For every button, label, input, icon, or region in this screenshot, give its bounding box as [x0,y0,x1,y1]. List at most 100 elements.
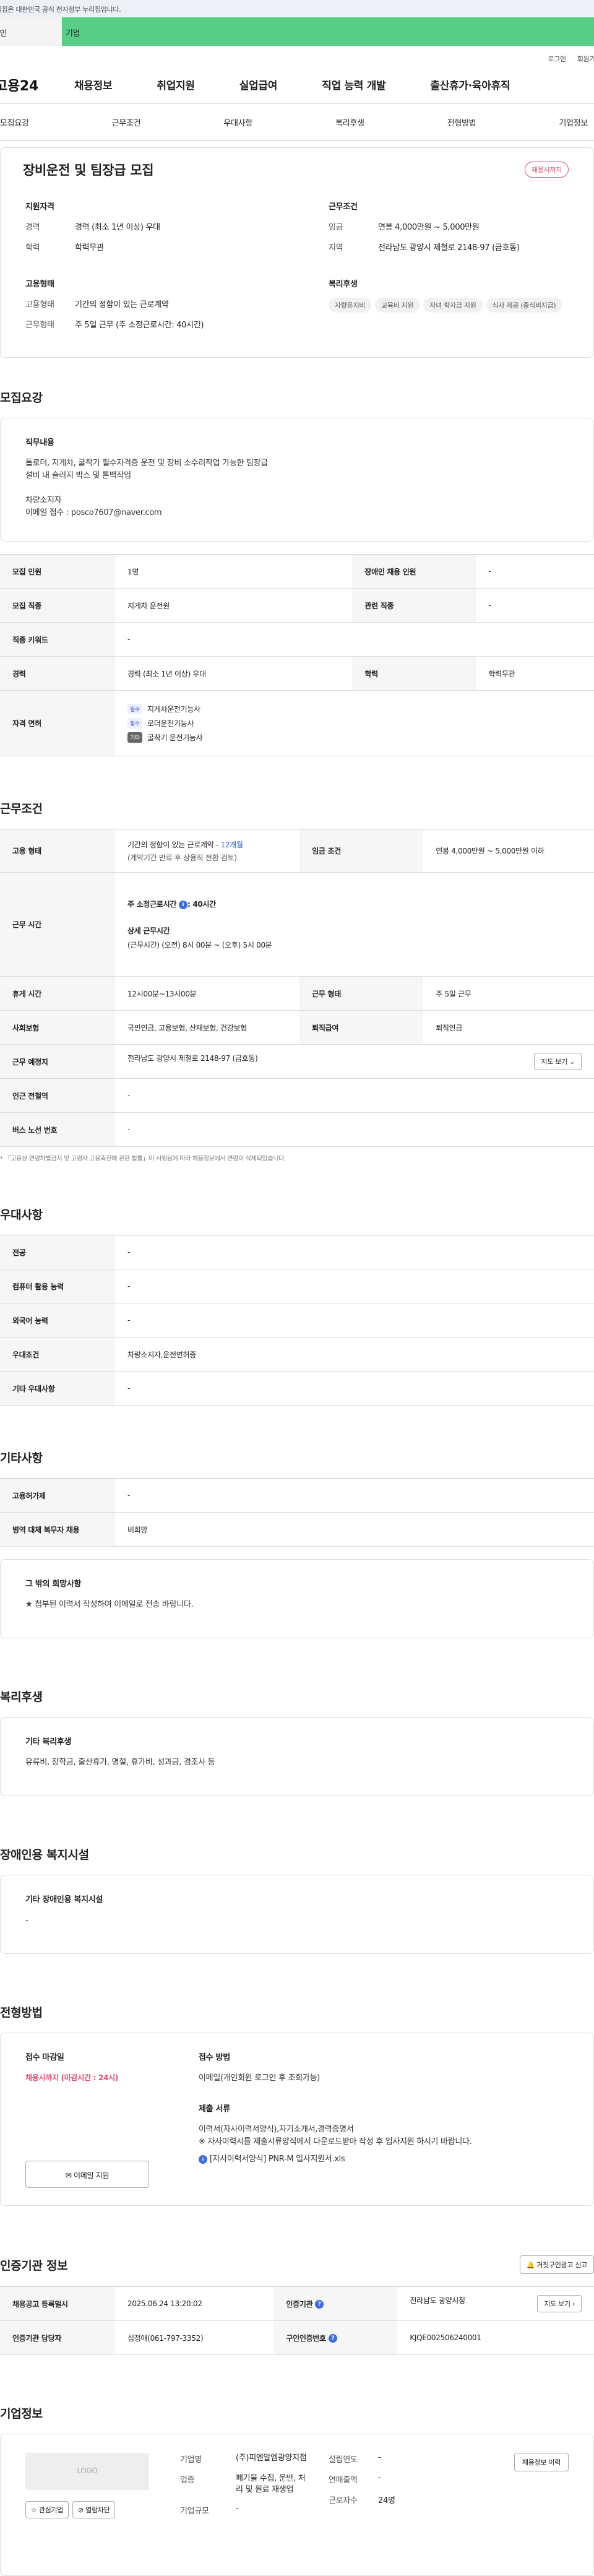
docs-title: 제출 서류 [199,2104,230,2114]
agency-label-cell: 인증기관 ? [273,2286,398,2321]
info-icon[interactable]: ? [315,2300,324,2309]
company-value: 폐기물 수집, 운반, 처리 및 원료 재생업 [236,2474,306,2494]
tab-individual[interactable]: 개인 [0,17,62,46]
hours-detail-title: 상세 근무시간 [127,927,170,935]
report-button[interactable]: 🔔 거짓구인광고 신고 [519,2255,594,2274]
nav-unemployment-benefit[interactable]: 실업급여 [239,77,278,92]
row-value: - [115,1371,594,1406]
emp-type-note: (계약기간 만료 후 상용직 전환 검토) [127,853,237,862]
qual-title: 지원자격 [25,202,54,212]
signup-link[interactable]: 회원가입 [577,55,594,63]
disab-box-title: 기타 장애인용 복지시설 [25,1895,103,1904]
job-summary-card: 장비운전 및 팀장급 모집 채용시까지 지원자격 경력 경력 (최소 1년 이상)… [0,147,594,358]
duty-title: 직무내용 [25,438,54,447]
cert-label-cell: 구인인증번호 ? [273,2320,398,2355]
etc-table: 고용허가제 - 병역 대체 복무자 채용 비희망 [0,1478,594,1547]
hours-value: : 40시간 [187,900,216,909]
wish-text: ★ 첨부된 이력서 작성하여 이메일로 전송 바랍니다. [25,1600,194,1609]
duty-line: 이메일 접수 : posco7607@naver.com [25,508,162,517]
email-apply-button[interactable]: ✉ 이메일 지원 [25,2161,149,2188]
docs-line: ※ 자사이력서를 제출서류양식에서 다운로드받아 작성 후 입사지원 하시기 바… [199,2137,472,2146]
row-label: 관련 직종 [352,588,476,623]
subnav-recruit[interactable]: 모집요강 [0,116,29,128]
site-logo[interactable]: 고용24 [0,75,74,95]
info-icon[interactable]: i [178,900,187,909]
nav-vocational-training[interactable]: 직업 능력 개발 [322,77,386,92]
row-label: 병역 대체 복무자 채용 [0,1512,115,1547]
subnav-work[interactable]: 근무조건 [112,116,141,128]
chevron-down-icon: ⌄ [569,1058,575,1066]
row-label: 고용 형태 [0,829,115,873]
info-icon[interactable]: ? [328,2334,337,2343]
hours-detail: (근무시간) (오전) 8시 00분 ~ (오후) 5시 00분 [127,941,272,949]
row-label: 고용허가제 [0,1478,115,1513]
qual-key: 경력 [25,223,40,232]
row-value: - [476,554,594,589]
row-label: 사회보험 [0,1010,115,1045]
bell-icon: 🔔 [526,2261,535,2269]
history-button[interactable]: 채용정보 이력 [514,2453,569,2471]
pref-section-title: 우대사항 [0,1208,43,1222]
row-value: 심정애(061-797-3352) [115,2320,274,2355]
method-value: 이메일(개인회원 로그인 후 조회가능) [199,2073,320,2083]
age-note: * 「고용상 연령차별금지 및 고령자 고용촉진에 관한 법률」이 시행됨에 따… [0,1156,286,1162]
agency-value-cell: 전라남도 광양시청 지도 보기 › [397,2286,594,2321]
company-key: 설립연도 [329,2455,358,2465]
agency-map-button[interactable]: 지도 보기 › [537,2295,582,2312]
row-label: 우대조건 [0,1337,115,1372]
company-key: 근로자수 [329,2496,358,2505]
row-value: 경력 (최소 1년 이상) 우대 [115,656,353,691]
file-name: [자사이력서양식] PNR-M 입사지원서.xls [209,2155,345,2164]
cond-value: 전라남도 광양시 제철로 2148-97 (금호동) [378,243,520,253]
login-link[interactable]: 로그인 [548,55,566,63]
emp-value: 주 5일 근무 (주 소정근로시간: 40시간) [75,321,204,330]
nav-parental-leave[interactable]: 출산휴가·육아휴직 [430,77,510,92]
welfare-chip: 교육비 지원 [375,298,420,313]
row-value: 학력무관 [476,656,594,691]
row-value: 2025.06.24 13:20:02 [115,2286,274,2321]
license-name: 굴착기 운전기능사 [147,733,203,742]
subnav-process[interactable]: 전형방법 [447,116,476,128]
welfare-box: 기타 복리후생 유류비, 장학금, 출산휴가, 명절, 휴가비, 성과금, 경조… [0,1717,594,1796]
nav-employment-support[interactable]: 취업지원 [157,77,195,92]
utility-links: 로그인 회원가입 [0,46,594,66]
row-label: 인근 전철역 [0,1078,115,1113]
wage-value: 연봉 4,000만원 ~ 5,000만원 이하 [423,829,594,873]
subnav-company[interactable]: 기업정보 [559,116,588,128]
tab-enterprise[interactable]: 기업 [62,17,594,46]
company-value: - [236,2504,239,2513]
recruit-section-title: 모집요강 [0,391,43,405]
welfare-chip: 자녀 학자금 지원 [423,298,483,313]
report-label: 거짓구인광고 신고 [536,2261,587,2269]
company-logo: LOGO [25,2453,149,2490]
company-key: 기업규모 [180,2507,209,2516]
emp-key: 근무형태 [25,321,54,330]
wish-box: 그 밖의 희망사항 ★ 첨부된 이력서 작성하여 이메일로 전송 바랍니다. [0,1559,594,1638]
map-button[interactable]: 지도 보기 ⌄ [534,1053,582,1070]
subnav-welfare[interactable]: 복리후생 [335,116,364,128]
subnav-pref[interactable]: 우대사항 [223,116,252,128]
section-nav: 모집요강 근무조건 우대사항 복리후생 전형방법 기업정보 [0,104,594,141]
row-label: 버스 노선 번호 [0,1112,115,1147]
qual-value: 경력 (최소 1년 이상) 우대 [75,223,160,232]
hours-title: 주 소정근로시간 [127,900,177,909]
row-value: 전라남도 광양시청 [410,2296,465,2305]
row-label: 근무 예정지 [0,1044,115,1079]
block-button[interactable]: ⊘ 열람차단 [72,2501,116,2518]
qual-value: 학력무관 [75,243,104,253]
row-label: 임금 조건 [299,829,424,873]
job-title: 장비운전 및 팀장급 모집 [23,163,154,178]
row-label: 모집 직종 [0,588,115,623]
favorite-button[interactable]: ☆ 관심기업 [25,2501,69,2518]
license-list: 필수 지게차운전기능사 필수 로더운전기능사 기타 굴착기 운전기능사 [115,690,594,756]
row-label: 인증기관 [286,2299,313,2309]
duty-line: 설비 내 슬러지 박스 및 톤백작업 [25,471,131,480]
emp-months: 12개월 [220,840,243,849]
row-value: - [476,588,594,623]
nav-jobs[interactable]: 채용정보 [74,77,113,92]
row-value: 퇴직연금 [423,1010,594,1045]
file-link[interactable]: ↓ [자사이력서양식] PNR-M 입사지원서.xls [199,2153,581,2166]
row-value: 지게차 운전원 [115,588,353,623]
star-icon: ☆ [31,2506,37,2514]
row-value: 차량소지자,운전면허증 [115,1337,594,1372]
